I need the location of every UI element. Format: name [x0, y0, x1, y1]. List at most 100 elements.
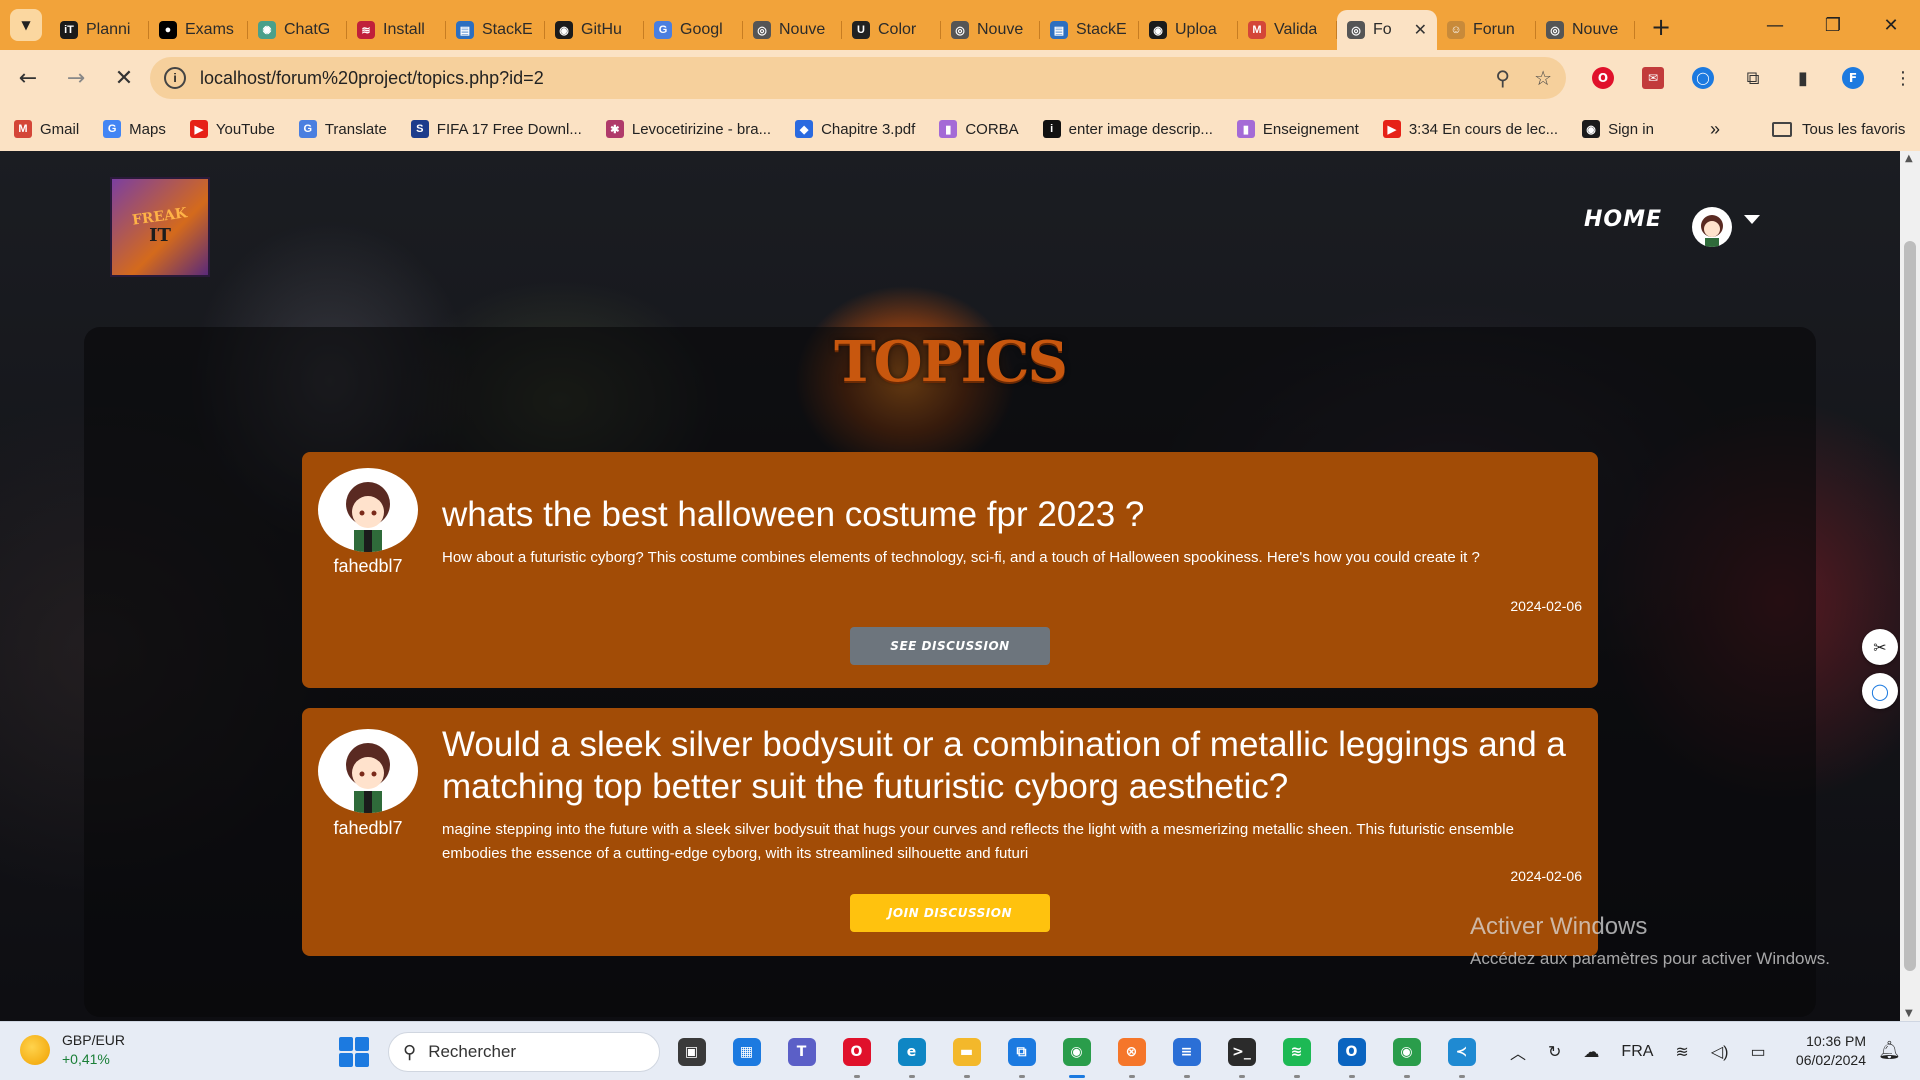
minimize-icon[interactable]: — — [1746, 0, 1804, 50]
user-avatar[interactable] — [1692, 207, 1732, 247]
address-bar[interactable]: i localhost/forum%20project/topics.php?i… — [150, 57, 1566, 99]
tab[interactable]: ☺ Forun — [1437, 10, 1536, 50]
tab[interactable]: M Valida — [1238, 10, 1337, 50]
url-text[interactable]: localhost/forum%20project/topics.php?id=… — [200, 68, 544, 89]
tab[interactable]: ◉ Uploa — [1139, 10, 1238, 50]
snip-taskbar-button[interactable]: ⧉ — [994, 1030, 1049, 1078]
stop-loading-icon[interactable]: ✕ — [104, 59, 144, 99]
tab-active[interactable]: ◎ Fo ✕ — [1337, 10, 1437, 50]
bookmark-item[interactable]: ◉ Sign in — [1582, 120, 1654, 138]
tab[interactable]: ● Exams — [149, 10, 248, 50]
wifi-icon[interactable]: ≋ — [1675, 1042, 1688, 1062]
bookmark-item[interactable]: i enter image descrip... — [1042, 120, 1213, 138]
xampp-taskbar-button[interactable]: ⊗ — [1104, 1030, 1159, 1078]
tab[interactable]: ◎ Nouve — [941, 10, 1040, 50]
tab[interactable]: ▤ StackE — [1040, 10, 1139, 50]
chrome-taskbar-button[interactable]: ◉ — [1049, 1030, 1104, 1078]
scroll-down-icon[interactable]: ▼ — [1905, 1008, 1913, 1019]
notepad-taskbar-button[interactable]: ≡ — [1159, 1030, 1214, 1078]
chrome-alt-taskbar-button[interactable]: ◉ — [1379, 1030, 1434, 1078]
topic-title[interactable]: whats the best halloween costume fpr 202… — [442, 494, 1578, 536]
bookmark-icon: ▮ — [939, 120, 958, 138]
teams-taskbar-button[interactable]: T — [774, 1030, 829, 1074]
bookmark-item[interactable]: ▶ 3:34 En cours de lec... — [1382, 120, 1558, 138]
forward-icon[interactable]: → — [56, 59, 96, 99]
bookmark-item[interactable]: G Maps — [103, 120, 166, 138]
more-bookmarks-icon[interactable]: » — [1710, 119, 1720, 140]
taskview-taskbar-button[interactable]: ▣ — [664, 1030, 719, 1074]
ticker-widget[interactable]: GBP/EUR +0,41% — [20, 1031, 125, 1069]
browser-menu-icon[interactable]: ⋮ — [1885, 60, 1920, 96]
extensions-puzzle-icon[interactable]: ⧉ — [1735, 60, 1771, 96]
opera-extension-icon[interactable]: O — [1585, 60, 1621, 96]
nav-home-link[interactable]: HOME — [1584, 207, 1662, 232]
vscode-taskbar-button[interactable]: ≺ — [1434, 1030, 1489, 1078]
clock[interactable]: 10:36 PM 06/02/2024 — [1780, 1032, 1866, 1070]
taskbar-search[interactable]: ⚲ Rechercher — [388, 1032, 660, 1072]
new-tab-button[interactable]: + — [1643, 9, 1679, 45]
author-avatar[interactable] — [318, 468, 418, 552]
cloud-icon[interactable]: ☁ — [1583, 1042, 1599, 1062]
topic-title[interactable]: Would a sleek silver bodysuit or a combi… — [442, 724, 1578, 808]
battery-icon[interactable]: ▭ — [1750, 1042, 1765, 1062]
close-tab-icon[interactable]: ✕ — [1414, 20, 1427, 40]
bookmark-item[interactable]: ▮ CORBA — [939, 120, 1019, 138]
close-window-icon[interactable]: ✕ — [1862, 0, 1920, 50]
bookmark-item[interactable]: ▮ Enseignement — [1236, 120, 1359, 138]
author-username[interactable]: fahedbl7 — [302, 556, 434, 577]
opera-taskbar-button[interactable]: O — [829, 1030, 884, 1078]
all-bookmarks-button[interactable]: Tous les favoris — [1772, 121, 1905, 138]
scissors-icon[interactable]: ✂ — [1862, 629, 1898, 665]
s-icon: S — [410, 120, 429, 138]
tab-search-chevron-icon[interactable]: ▼ — [10, 9, 42, 41]
spotify-taskbar-button[interactable]: ≋ — [1269, 1030, 1324, 1078]
bookmark-item[interactable]: ✱ Levocetirizine - bra... — [605, 120, 771, 138]
see-discussion-button[interactable]: SEE DISCUSSION — [850, 627, 1050, 665]
tab[interactable]: ◎ Nouve — [743, 10, 842, 50]
bookmark-item[interactable]: G Translate — [298, 120, 387, 138]
tab[interactable]: iT Planni — [50, 10, 149, 50]
site-info-icon[interactable]: i — [164, 67, 186, 89]
sync-icon[interactable]: ↻ — [1548, 1042, 1561, 1062]
language-indicator[interactable]: FRA — [1621, 1043, 1653, 1061]
tab[interactable]: ◎ Nouve — [1536, 10, 1635, 50]
bookmark-item[interactable]: ◆ Chapitre 3.pdf — [795, 120, 915, 138]
tab[interactable]: U Color — [842, 10, 941, 50]
zoom-icon[interactable]: ⚲ — [1495, 66, 1510, 91]
author-avatar[interactable] — [318, 729, 418, 813]
mail-extension-icon[interactable]: ✉ — [1635, 60, 1671, 96]
tab[interactable]: ◉ GitHu — [545, 10, 644, 50]
scroll-up-icon[interactable]: ▲ — [1905, 153, 1913, 164]
bookmark-item[interactable]: ▶ YouTube — [189, 120, 275, 138]
terminal-taskbar-button[interactable]: >_ — [1214, 1030, 1269, 1078]
chat-extension-icon[interactable]: ◯ — [1685, 60, 1721, 96]
chat-bubble-icon[interactable]: ◯ — [1862, 673, 1898, 709]
scrollbar-thumb[interactable] — [1904, 241, 1916, 971]
bookmark-item[interactable]: S FIFA 17 Free Downl... — [410, 120, 582, 138]
bookmark-star-icon[interactable]: ☆ — [1534, 66, 1552, 91]
tab[interactable]: ▤ StackE — [446, 10, 545, 50]
site-logo[interactable]: FREAK IT — [110, 177, 210, 277]
github-icon: ◉ — [1582, 120, 1601, 138]
tab[interactable]: G Googl — [644, 10, 743, 50]
side-panel-icon[interactable]: ▮ — [1785, 60, 1821, 96]
back-icon[interactable]: ← — [8, 59, 48, 99]
tab[interactable]: ≋ Install — [347, 10, 446, 50]
page-scrollbar[interactable]: ▲ ▼ — [1900, 151, 1920, 1021]
store-taskbar-button[interactable]: ▦ — [719, 1030, 774, 1074]
notification-bell-icon[interactable]: 🔔︎ — [1878, 1040, 1901, 1061]
file-explorer-taskbar-button[interactable]: ▬ — [939, 1030, 994, 1078]
user-menu-caret-icon[interactable] — [1744, 215, 1760, 224]
edge-taskbar-button[interactable]: e — [884, 1030, 939, 1078]
bookmark-item[interactable]: M Gmail — [14, 120, 79, 138]
windows-activation-watermark: Activer Windows Accédez aux paramètres p… — [1470, 913, 1830, 969]
join-discussion-button[interactable]: JOIN DISCUSSION — [850, 894, 1050, 932]
profile-avatar[interactable]: F — [1835, 60, 1871, 96]
restore-icon[interactable]: ❐ — [1804, 0, 1862, 50]
volume-icon[interactable]: ◁) — [1711, 1042, 1729, 1062]
tab[interactable]: ✺ ChatG — [248, 10, 347, 50]
outlook-taskbar-button[interactable]: O — [1324, 1030, 1379, 1078]
tray-overflow-icon[interactable]: ︿ — [1510, 1040, 1526, 1064]
start-windows-icon[interactable] — [339, 1037, 369, 1067]
author-username[interactable]: fahedbl7 — [302, 818, 434, 839]
